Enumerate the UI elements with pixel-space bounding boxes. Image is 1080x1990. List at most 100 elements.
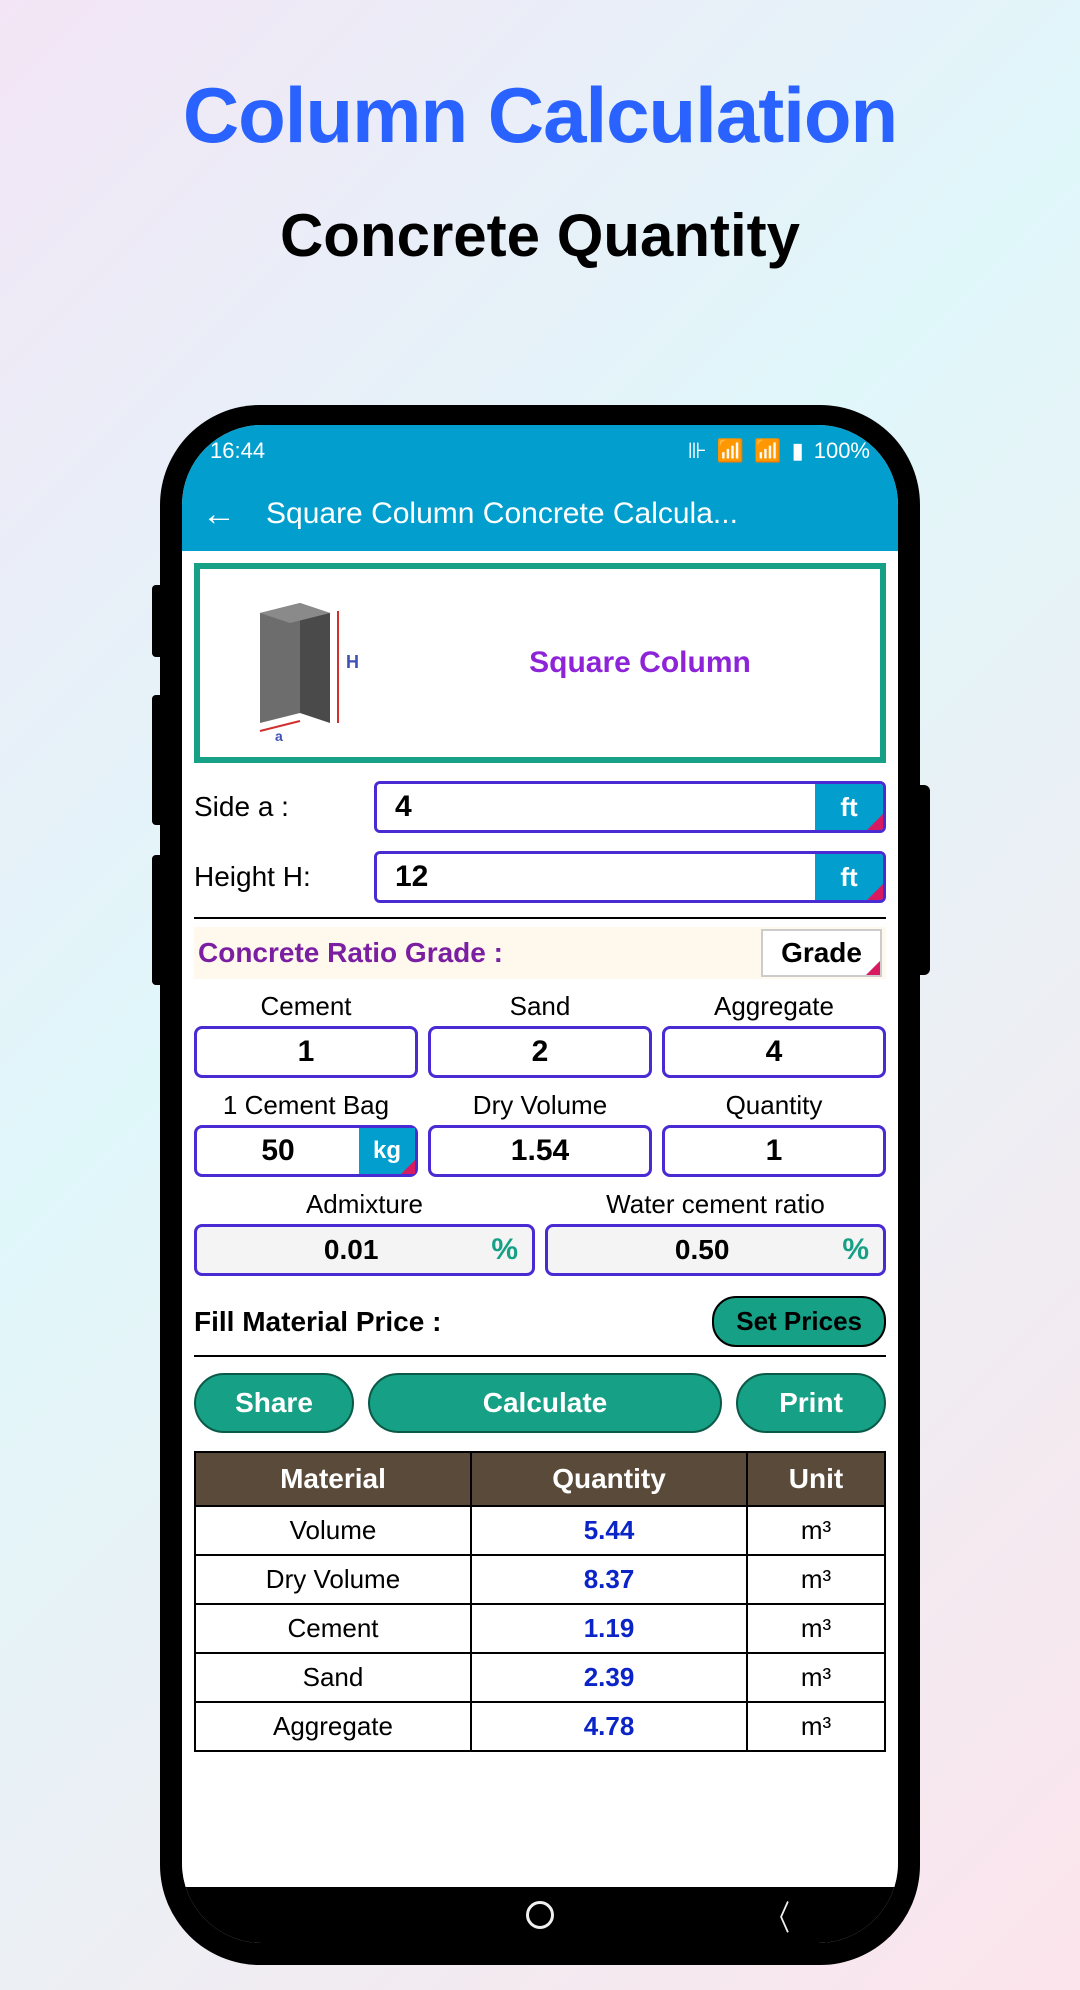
appbar-title: Square Column Concrete Calcula...: [266, 497, 738, 531]
cell-unit: m³: [747, 1604, 885, 1653]
divider: [194, 1355, 886, 1357]
admixture-input[interactable]: 0.01 %: [194, 1224, 535, 1276]
aggregate-header: Aggregate: [714, 985, 834, 1026]
side-a-row: Side a : ft: [194, 781, 886, 833]
nav-recent-icon[interactable]: [285, 1914, 319, 1917]
status-time: 16:44: [210, 438, 265, 464]
statusbar: 16:44 ⊪ 📶 📶 ▮ 100%: [182, 425, 898, 477]
ratio-row: Concrete Ratio Grade : Grade: [194, 927, 886, 979]
cement-input[interactable]: 1: [194, 1026, 418, 1078]
diagram-label: Square Column: [420, 646, 860, 680]
quantity-input[interactable]: 1: [662, 1125, 886, 1177]
print-button[interactable]: Print: [736, 1373, 886, 1433]
side-a-input-wrap: ft: [374, 781, 886, 833]
cell-material: Volume: [195, 1506, 471, 1555]
wcr-header: Water cement ratio: [606, 1183, 825, 1224]
signal-icon: 📶: [717, 438, 744, 464]
cell-quantity: 4.78: [471, 1702, 747, 1751]
content[interactable]: H a Square Column Side a : ft Height H: …: [182, 551, 898, 1887]
ratio-trio-2: 1 Cement Bag 50 kg Dry Volume 1.54 Quant…: [194, 1084, 886, 1177]
hero-subtitle: Concrete Quantity: [0, 201, 1080, 270]
phone-frame: 16:44 ⊪ 📶 📶 ▮ 100% ← Square Column Concr…: [160, 405, 920, 1965]
table-header-row: Material Quantity Unit: [195, 1452, 885, 1506]
side-a-input[interactable]: [377, 784, 815, 830]
cell-quantity: 5.44: [471, 1506, 747, 1555]
table-row: Volume5.44m³: [195, 1506, 885, 1555]
results-table: Material Quantity Unit Volume5.44m³Dry V…: [194, 1451, 886, 1752]
screen: 16:44 ⊪ 📶 📶 ▮ 100% ← Square Column Concr…: [182, 425, 898, 1943]
phone-side-button: [152, 855, 162, 985]
signal-icon: 📶: [754, 438, 781, 464]
status-right: ⊪ 📶 📶 ▮ 100%: [688, 438, 870, 464]
height-label: Height H:: [194, 861, 374, 893]
cell-unit: m³: [747, 1702, 885, 1751]
admixture-value: 0.01: [211, 1234, 491, 1266]
svg-text:H: H: [346, 652, 359, 672]
cell-quantity: 8.37: [471, 1555, 747, 1604]
cell-material: Sand: [195, 1653, 471, 1702]
phone-side-button: [918, 785, 930, 975]
cell-unit: m³: [747, 1653, 885, 1702]
system-navbar: 〈: [182, 1887, 898, 1943]
bag-unit-button[interactable]: kg: [359, 1128, 415, 1174]
column-diagram: H a: [220, 583, 380, 743]
cell-material: Aggregate: [195, 1702, 471, 1751]
wcr-input[interactable]: 0.50 %: [545, 1224, 886, 1276]
side-a-label: Side a :: [194, 791, 374, 823]
cell-quantity: 2.39: [471, 1653, 747, 1702]
th-material: Material: [195, 1452, 471, 1506]
grade-button[interactable]: Grade: [761, 929, 882, 977]
cell-unit: m³: [747, 1506, 885, 1555]
table-row: Dry Volume8.37m³: [195, 1555, 885, 1604]
battery-text: 100%: [814, 438, 870, 464]
phone-side-button: [152, 695, 162, 825]
th-unit: Unit: [747, 1452, 885, 1506]
cell-unit: m³: [747, 1555, 885, 1604]
side-a-unit-button[interactable]: ft: [815, 784, 883, 830]
set-prices-button[interactable]: Set Prices: [712, 1296, 886, 1347]
bag-header: 1 Cement Bag: [223, 1084, 389, 1125]
share-button[interactable]: Share: [194, 1373, 354, 1433]
dryvol-input[interactable]: 1.54: [428, 1125, 652, 1177]
dryvol-header: Dry Volume: [473, 1084, 607, 1125]
bag-input[interactable]: 50 kg: [194, 1125, 418, 1177]
sand-header: Sand: [510, 985, 571, 1026]
svg-text:a: a: [275, 728, 283, 743]
divider: [194, 917, 886, 919]
hero-title: Column Calculation: [0, 70, 1080, 161]
actions-row: Share Calculate Print: [194, 1373, 886, 1433]
cell-material: Cement: [195, 1604, 471, 1653]
percent-icon: %: [842, 1233, 869, 1267]
nav-back-icon[interactable]: 〈: [766, 1891, 790, 1940]
nav-home-icon[interactable]: [526, 1901, 554, 1929]
battery-icon: ▮: [792, 438, 804, 464]
calculate-button[interactable]: Calculate: [368, 1373, 722, 1433]
cement-header: Cement: [260, 985, 351, 1026]
sand-input[interactable]: 2: [428, 1026, 652, 1078]
th-quantity: Quantity: [471, 1452, 747, 1506]
aggregate-input[interactable]: 4: [662, 1026, 886, 1078]
height-unit-button[interactable]: ft: [815, 854, 883, 900]
wcr-value: 0.50: [562, 1234, 842, 1266]
height-row: Height H: ft: [194, 851, 886, 903]
bag-value: 50: [197, 1134, 359, 1168]
cell-quantity: 1.19: [471, 1604, 747, 1653]
table-row: Cement1.19m³: [195, 1604, 885, 1653]
ratio-duo: Admixture 0.01 % Water cement ratio 0.50…: [194, 1183, 886, 1276]
ratio-label: Concrete Ratio Grade :: [198, 937, 761, 969]
quantity-header: Quantity: [726, 1084, 823, 1125]
vibrate-icon: ⊪: [688, 438, 707, 464]
height-input[interactable]: [377, 854, 815, 900]
back-icon[interactable]: ←: [202, 495, 236, 534]
appbar: ← Square Column Concrete Calcula...: [182, 477, 898, 551]
phone-side-button: [152, 585, 162, 657]
table-row: Sand2.39m³: [195, 1653, 885, 1702]
percent-icon: %: [491, 1233, 518, 1267]
table-row: Aggregate4.78m³: [195, 1702, 885, 1751]
ratio-trio-1: Cement 1 Sand 2 Aggregate 4: [194, 985, 886, 1078]
price-row: Fill Material Price : Set Prices: [194, 1296, 886, 1347]
diagram-card: H a Square Column: [194, 563, 886, 763]
height-input-wrap: ft: [374, 851, 886, 903]
admixture-header: Admixture: [306, 1183, 423, 1224]
price-label: Fill Material Price :: [194, 1306, 712, 1338]
